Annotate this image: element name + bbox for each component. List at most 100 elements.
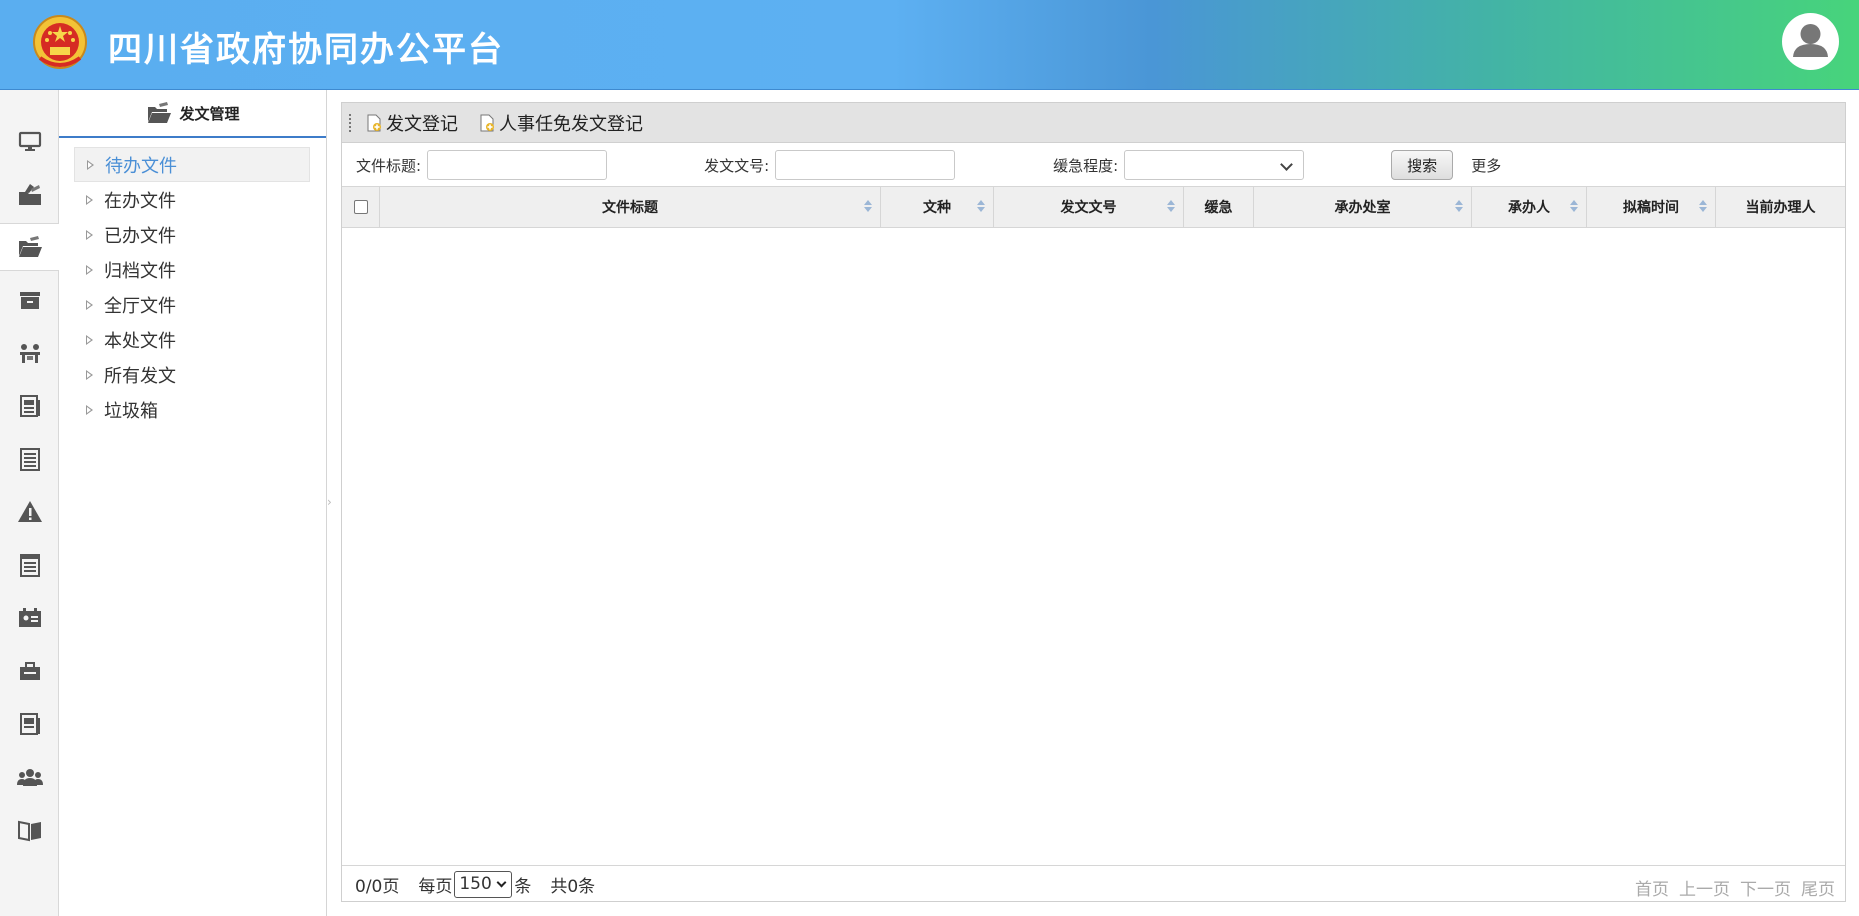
expand-arrow-icon[interactable]: [86, 369, 93, 380]
total-count: 共0条: [550, 876, 596, 897]
rail-item-list[interactable]: [0, 435, 59, 483]
urgency-filter-label: 缓急程度:: [1053, 156, 1119, 175]
module-rail: [0, 90, 60, 916]
sort-icon[interactable]: [1167, 200, 1175, 212]
tree-item-department[interactable]: 全厅文件: [74, 287, 310, 322]
user-avatar[interactable]: [1782, 13, 1839, 70]
select-all-cell: [342, 187, 380, 227]
page-info: 0/0页: [355, 876, 400, 897]
rail-item-notes[interactable]: [0, 541, 59, 589]
folder-open-icon: [148, 102, 172, 123]
per-page-prefix: 每页: [418, 876, 453, 897]
archive-icon: [19, 292, 40, 309]
search-filters: 文件标题: 发文文号: 缓急程度: 搜索 更多: [342, 144, 1845, 186]
title-filter-label: 文件标题:: [356, 156, 422, 175]
title-filter-input[interactable]: [427, 150, 608, 180]
tree-item-pending[interactable]: 待办文件: [74, 147, 310, 182]
table-header: 文件标题 文种 发文文号 缓急 承办处室 承办人 拟稿时间 当前办理人: [342, 186, 1845, 228]
personnel-register-button[interactable]: 人事任免发文登记: [478, 110, 643, 136]
tree-item-label: 在办文件: [104, 190, 176, 212]
column-header-current-handler[interactable]: 当前办理人: [1716, 187, 1845, 227]
briefcase-icon: [19, 662, 40, 680]
rail-item-reading[interactable]: [0, 806, 59, 854]
register-button-label: 发文登记: [386, 113, 458, 135]
document-add-icon: [480, 114, 494, 131]
news-icon: [19, 395, 40, 417]
rail-item-newspaper[interactable]: [0, 700, 59, 748]
toolbar: 发文登记 人事任免发文登记: [342, 103, 1845, 143]
expand-arrow-icon[interactable]: [87, 159, 94, 170]
sort-icon[interactable]: [1699, 200, 1707, 212]
rail-item-archive[interactable]: [0, 276, 59, 324]
tree-item-division[interactable]: 本处文件: [74, 322, 310, 357]
sidebar: 发文管理 待办文件 在办文件 已办文件 归档文件 全厅文件 本处文件 所有发文 …: [59, 90, 327, 916]
tree-item-label: 所有发文: [104, 365, 176, 387]
pagination-nav: 首页 上一页 下一页 尾页: [1625, 875, 1835, 900]
tree-item-archived[interactable]: 归档文件: [74, 252, 310, 287]
newspaper-icon: [19, 713, 40, 735]
sidebar-title: 发文管理: [179, 104, 240, 123]
panel-splitter[interactable]: ›: [327, 495, 333, 509]
expand-arrow-icon[interactable]: [86, 334, 93, 345]
sort-icon[interactable]: [1570, 200, 1578, 212]
rail-item-business[interactable]: [0, 647, 59, 695]
column-header-title[interactable]: 文件标题: [380, 187, 881, 227]
last-page-link[interactable]: 尾页: [1801, 875, 1835, 900]
sort-icon[interactable]: [977, 200, 985, 212]
column-header-doc-no[interactable]: 发文文号: [994, 187, 1184, 227]
per-page-select[interactable]: 150: [454, 870, 513, 898]
first-page-link[interactable]: 首页: [1635, 875, 1669, 900]
rail-item-alerts[interactable]: [0, 488, 59, 536]
tree-item-trash[interactable]: 垃圾箱: [74, 392, 310, 427]
notes-icon: [19, 554, 40, 577]
expand-arrow-icon[interactable]: [86, 264, 93, 275]
document-add-icon: [367, 114, 381, 131]
column-header-department[interactable]: 承办处室: [1254, 187, 1472, 227]
next-page-link[interactable]: 下一页: [1740, 875, 1791, 900]
calendar-card-icon: [18, 608, 41, 627]
folder-tree: 待办文件 在办文件 已办文件 归档文件 全厅文件 本处文件 所有发文 垃圾箱: [74, 147, 310, 427]
expand-arrow-icon[interactable]: [86, 404, 93, 415]
doc-no-filter-input[interactable]: [775, 150, 956, 180]
tree-item-label: 待办文件: [105, 155, 177, 177]
tree-item-label: 已办文件: [104, 225, 176, 247]
more-filters-link[interactable]: 更多: [1471, 155, 1501, 176]
personnel-register-button-label: 人事任免发文登记: [499, 113, 643, 135]
column-header-handler[interactable]: 承办人: [1472, 187, 1587, 227]
column-header-draft-time[interactable]: 拟稿时间: [1587, 187, 1716, 227]
sort-icon[interactable]: [1455, 200, 1463, 212]
toolbar-grip: [349, 113, 353, 132]
meeting-icon: [19, 344, 40, 363]
main-panel: 发文登记 人事任免发文登记 文件标题: 发文文号: 缓急程度: 搜索 更多 文件…: [341, 102, 1846, 902]
expand-arrow-icon[interactable]: [86, 194, 93, 205]
prev-page-link[interactable]: 上一页: [1679, 875, 1730, 900]
folder-open-icon: [19, 236, 42, 257]
expand-arrow-icon[interactable]: [86, 299, 93, 310]
desktop-icon: [18, 131, 41, 151]
tree-item-in-progress[interactable]: 在办文件: [74, 182, 310, 217]
national-emblem-icon: [32, 14, 88, 72]
tree-item-done[interactable]: 已办文件: [74, 217, 310, 252]
column-header-doc-type[interactable]: 文种: [881, 187, 994, 227]
urgency-select[interactable]: [1124, 150, 1305, 180]
select-all-checkbox[interactable]: [353, 200, 368, 214]
search-button[interactable]: 搜索: [1391, 150, 1454, 180]
sidebar-header: 发文管理: [59, 90, 326, 138]
rail-item-meeting[interactable]: [0, 329, 59, 377]
rail-item-desktop[interactable]: [0, 117, 59, 165]
chevron-down-icon: [1280, 158, 1294, 171]
rail-item-users[interactable]: [0, 753, 59, 801]
expand-arrow-icon[interactable]: [86, 229, 93, 240]
rail-item-news[interactable]: [0, 382, 59, 430]
register-button[interactable]: 发文登记: [365, 110, 458, 136]
rail-item-document-management[interactable]: [0, 223, 60, 271]
rail-item-send-document[interactable]: [0, 170, 59, 218]
tree-item-label: 垃圾箱: [104, 400, 158, 422]
tree-item-all-outgoing[interactable]: 所有发文: [74, 357, 310, 392]
table-body: [342, 228, 1845, 866]
sort-icon[interactable]: [864, 200, 872, 212]
column-header-urgency[interactable]: 缓急: [1184, 187, 1254, 227]
rail-item-calendar[interactable]: [0, 594, 59, 642]
user-icon: [1793, 24, 1828, 57]
tree-item-label: 本处文件: [104, 330, 176, 352]
